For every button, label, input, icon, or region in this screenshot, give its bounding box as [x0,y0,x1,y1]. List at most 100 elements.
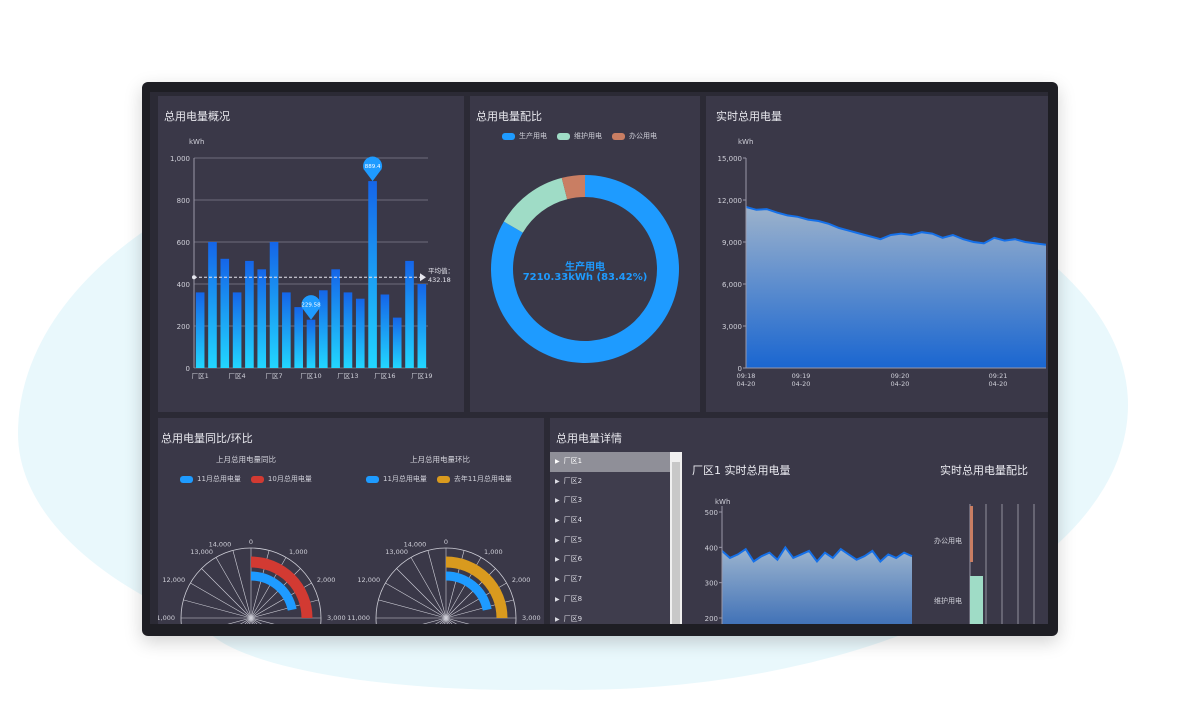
y-tick-label: 3,000 [722,323,742,331]
y-tick-label: 0 [186,365,190,373]
bar [257,269,267,368]
panel-usage-ratio: 总用电量配比 生产用电 维护用电 办公用电 生产用电 7210.33kWh (8… [470,96,700,412]
dashboard-screen: 总用电量概况 kWh 0 200 400 600 800 1,000 厂区1 厂区4 厂区7 厂区… [150,92,1048,624]
gauge-spoke [396,568,447,619]
gauge-spoke [445,617,457,624]
monitor-frame: 总用电量概况 kWh 0 200 400 600 800 1,000 厂区1 厂区4 厂区7 厂区… [142,82,1058,636]
gauge-spoke [439,617,447,624]
gauge-tick-label: 14,000 [404,541,427,549]
x-tick-date: 04-20 [891,380,910,388]
y-tick-label: 600 [177,239,190,247]
gauge-spoke [385,582,447,619]
gauge-tick-label: 0 [249,538,253,546]
gauge-spoke [183,599,252,619]
gauge-spoke [244,617,252,624]
y-tick-label: 15,000 [718,155,743,163]
bar [417,284,427,368]
panel-realtime-usage: 实时总用电量 kWh 0 3,000 6,000 9,000 12,000 15,000 0… [706,96,1048,412]
x-tick-time: 09:19 [792,372,811,380]
x-tick-date: 04-20 [989,380,1008,388]
gauge-spoke [201,568,252,619]
y-tick-label: 400 [705,544,718,552]
x-tick-label: 厂区16 [374,372,395,380]
gauge-tick-label: 14,000 [209,541,232,549]
x-tick-label: 厂区13 [337,372,358,380]
y-tick-label: 6,000 [722,281,742,289]
gauge-spoke [190,582,252,619]
y-tick-label: 1,000 [170,155,190,163]
gauge-spoke [422,617,447,624]
bar [195,292,205,368]
bar [294,307,303,368]
bar [380,294,390,368]
gauge-spoke [445,617,453,624]
x-tick-label: 厂区7 [265,372,282,380]
gauge-tick-label: 13,000 [190,548,213,556]
usage-bar-chart: 0 200 400 600 800 1,000 厂区1 厂区4 厂区7 厂区10 厂区13 厂区16 厂… [170,155,454,380]
gauge-tick-label: 11,000 [347,614,370,622]
bar [392,317,402,368]
y-tick-label: 200 [177,323,190,331]
gauge-tick-label: 3,000 [327,614,346,622]
gauge-tick-label: 3,000 [522,614,541,622]
gauge-spoke [250,617,258,624]
ratio-bar-office [970,506,973,562]
gauge-spoke [227,617,252,624]
gauge-tick-label: 12,000 [162,576,185,584]
bar [306,319,316,368]
max-marker-label: 889.4 [365,164,381,170]
gauge-spoke [445,617,470,624]
bar [220,258,230,368]
bar [331,269,340,368]
x-tick-time: 09:20 [891,372,910,380]
panel-yoy-mom: 总用电量同比/环比 上月总用电量同比 上月总用电量环比 11月总用电量 10月总… [158,418,544,624]
gauge-tick-label: 0 [444,538,448,546]
gauge-tick-label: 1,000 [289,548,308,556]
x-tick-label: 厂区1 [192,372,209,380]
ratio-bar-maintenance [970,576,983,624]
gauge-tick-label: 2,000 [512,576,531,584]
bar [355,298,365,368]
min-marker-label: 229.58 [301,303,321,309]
bar [282,292,291,368]
x-tick-time: 09:18 [737,372,756,380]
gauge-spoke [215,557,252,619]
gauge-spoke [435,617,447,624]
x-tick-label: 厂区19 [411,372,432,380]
average-label: 平均值： [428,266,454,275]
donut-center-value: 7210.33kWh (83.42%) [522,272,648,283]
gauge-tick-label: 2,000 [317,576,336,584]
y-tick-label: 500 [705,509,718,517]
average-value: 432.18 [428,276,451,284]
bar [269,242,279,368]
donut-center-name: 生产用电 [565,262,605,273]
gauge-spoke [250,617,275,624]
average-line-start [192,275,196,280]
y-tick-label: 12,000 [718,197,743,205]
gauge-charts: 01,0002,0003,0004,00011,00012,00013,0001… [158,538,541,624]
donut-slice [503,177,568,233]
gauge-tick-label: 1,000 [484,548,503,556]
bar [208,242,217,368]
bar [343,292,353,368]
gauge-tick-label: 12,000 [357,576,380,584]
area-fill [746,207,1046,368]
gauge-spoke [232,550,252,619]
gauge-tick-label: 13,000 [385,548,408,556]
ratio-donut-chart [491,175,679,363]
y-tick-label: 400 [177,281,190,289]
bar [368,181,377,368]
factory-detail-charts: 200 300 400 500 [705,504,1035,624]
bar [232,292,242,368]
gauge-spoke [378,599,447,619]
panel-usage-detail: 总用电量详情 ▶ 厂区1 ▶ 厂区2 ▶ 厂区3 ▶ 厂区4 ▶ 厂区5 ▶ 厂区6 ▶ 厂区… [550,418,1048,624]
x-tick-time: 09:21 [989,372,1008,380]
gauge-spoke [240,617,252,624]
x-tick-label: 厂区4 [229,372,246,380]
y-tick-label: 200 [705,615,718,623]
y-tick-label: 9,000 [722,239,742,247]
x-tick-label: 厂区10 [300,372,321,380]
gauge-tick-label: 11,000 [158,614,175,622]
realtime-area-chart: 03,0006,0009,00012,00015,00009:1804-2009… [718,155,1047,388]
gauge-spoke [410,557,447,619]
